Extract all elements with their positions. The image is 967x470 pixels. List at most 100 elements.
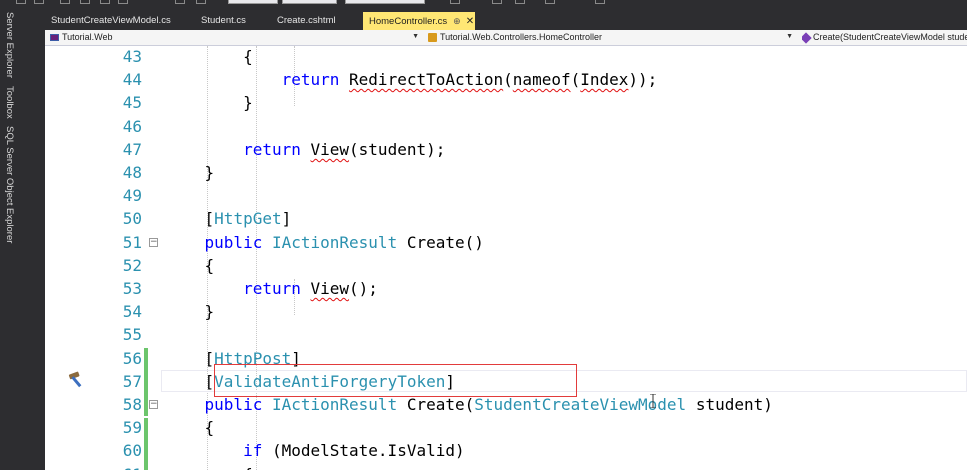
code-text[interactable]: [HttpGet] [166,207,292,230]
code-line[interactable]: 46 [45,115,967,138]
code-token: RedirectToAction [349,70,504,90]
class-dropdown[interactable]: Tutorial.Web.Controllers.HomeController … [428,30,796,44]
method-icon [802,31,812,44]
find-icon[interactable] [492,0,502,4]
code-token: IActionResult [271,395,398,414]
code-editor[interactable]: 43 {44 return RedirectToAction(nameof(In… [45,46,967,470]
code-token: { [166,418,215,438]
code-token: Create( [397,395,475,414]
code-token: [ [166,348,215,368]
code-line[interactable]: 53 return View(); [45,277,967,300]
platform-dropdown[interactable] [282,0,337,4]
code-token: (ModelState.IsValid) [262,441,465,461]
line-number: 50 [122,209,142,229]
code-text[interactable]: } [166,161,215,184]
quick-actions-hammer-icon[interactable] [67,371,87,389]
code-line[interactable]: 50 [HttpGet] [45,207,967,230]
bookmark-icon[interactable] [595,0,605,4]
code-text[interactable]: { [166,463,253,470]
code-text[interactable]: return View(); [166,277,378,300]
code-token: IActionResult [271,232,398,252]
code-text[interactable]: if (ModelState.IsValid) [166,439,465,462]
code-line[interactable]: 44 return RedirectToAction(nameof(Index)… [45,68,967,91]
code-text[interactable]: { [166,254,215,277]
code-token: Index [580,70,629,90]
code-line[interactable]: 55 [45,323,967,346]
tab-homecontroller[interactable]: HomeController.cs ⊕ ✕ [363,12,475,30]
code-text[interactable]: return RedirectToAction(nameof(Index)); [166,68,658,91]
line-number: 44 [122,70,142,90]
line-number: 53 [122,279,142,298]
code-line[interactable]: 61 { [45,463,967,470]
code-text[interactable]: return View(student); [166,138,445,161]
line-number: 45 [122,93,142,113]
layout-icon[interactable] [515,0,525,4]
code-token: student) [686,395,773,414]
line-number: 58 [122,395,142,414]
server-explorer-tab[interactable]: Server Explorer [4,12,15,78]
project-name: Tutorial.Web [62,32,113,42]
line-number: 51 [122,232,142,252]
member-dropdown[interactable]: Create(StudentCreateViewModel student) [802,30,967,44]
line-number: 55 [122,325,142,345]
annotation-highlight-box [214,364,577,397]
tab-create-cshtml[interactable]: Create.cshtml [271,12,361,30]
line-number: 43 [122,47,142,66]
redo-icon[interactable] [196,0,206,4]
back-icon[interactable] [16,0,26,4]
save-icon[interactable] [100,0,110,4]
line-number: 59 [122,418,142,438]
tab-student[interactable]: Student.cs [195,12,270,30]
code-token: [ [166,209,215,229]
toolbox-tab[interactable]: Toolbox [4,86,15,119]
open-icon[interactable] [80,0,90,4]
new-item-icon[interactable] [60,0,70,4]
save-all-icon[interactable] [118,0,128,4]
code-line[interactable]: 52 { [45,254,967,277]
start-debug-button[interactable] [345,0,425,4]
line-number: 48 [122,163,142,182]
chevron-down-icon: ▼ [786,33,793,40]
code-line[interactable]: 49 [45,184,967,207]
code-text[interactable]: } [166,91,253,114]
side-tool-strip: Server Explorer Toolbox SQL Server Objec… [0,6,45,470]
collapse-toggle-icon[interactable]: − [149,237,158,247]
close-icon[interactable]: ✕ [466,13,474,31]
project-dropdown[interactable]: Tutorial.Web ▼ [50,30,422,44]
code-token: ( [503,70,513,90]
code-text[interactable]: { [166,416,215,439]
code-text[interactable]: public IActionResult Create() [166,231,484,254]
code-token: public [204,232,263,252]
code-token: return [281,70,340,90]
code-line[interactable]: 47 return View(student); [45,138,967,161]
refresh-icon[interactable] [450,0,460,4]
solution-config-dropdown[interactable] [228,0,278,4]
tab-studentcreateviewmodel[interactable]: StudentCreateViewModel.cs [45,12,190,30]
code-line[interactable]: 54 } [45,300,967,323]
collapse-toggle-icon[interactable]: − [149,400,158,409]
code-text[interactable]: { [166,46,253,68]
code-line[interactable]: 60 if (ModelState.IsValid) [45,439,967,462]
pin-icon[interactable]: ⊕ [453,12,461,30]
forward-icon[interactable] [34,0,44,4]
navigation-bar: Tutorial.Web ▼ Tutorial.Web.Controllers.… [45,30,967,46]
line-number: 54 [122,302,142,322]
code-line[interactable]: 43 { [45,46,967,68]
indent-icon[interactable] [545,0,555,4]
code-line[interactable]: 51− public IActionResult Create() [45,231,967,254]
code-line[interactable]: 48 } [45,161,967,184]
code-text[interactable]: } [166,300,215,323]
code-token: (student); [349,139,446,159]
document-tab-strip: StudentCreateViewModel.cs Student.cs Cre… [45,6,967,30]
code-line[interactable]: 59 { [45,416,967,439]
code-token: View [310,139,350,159]
code-line[interactable]: 45 } [45,91,967,114]
sql-server-object-explorer-tab[interactable]: SQL Server Object Explorer [4,126,15,243]
undo-icon[interactable] [175,0,185,4]
